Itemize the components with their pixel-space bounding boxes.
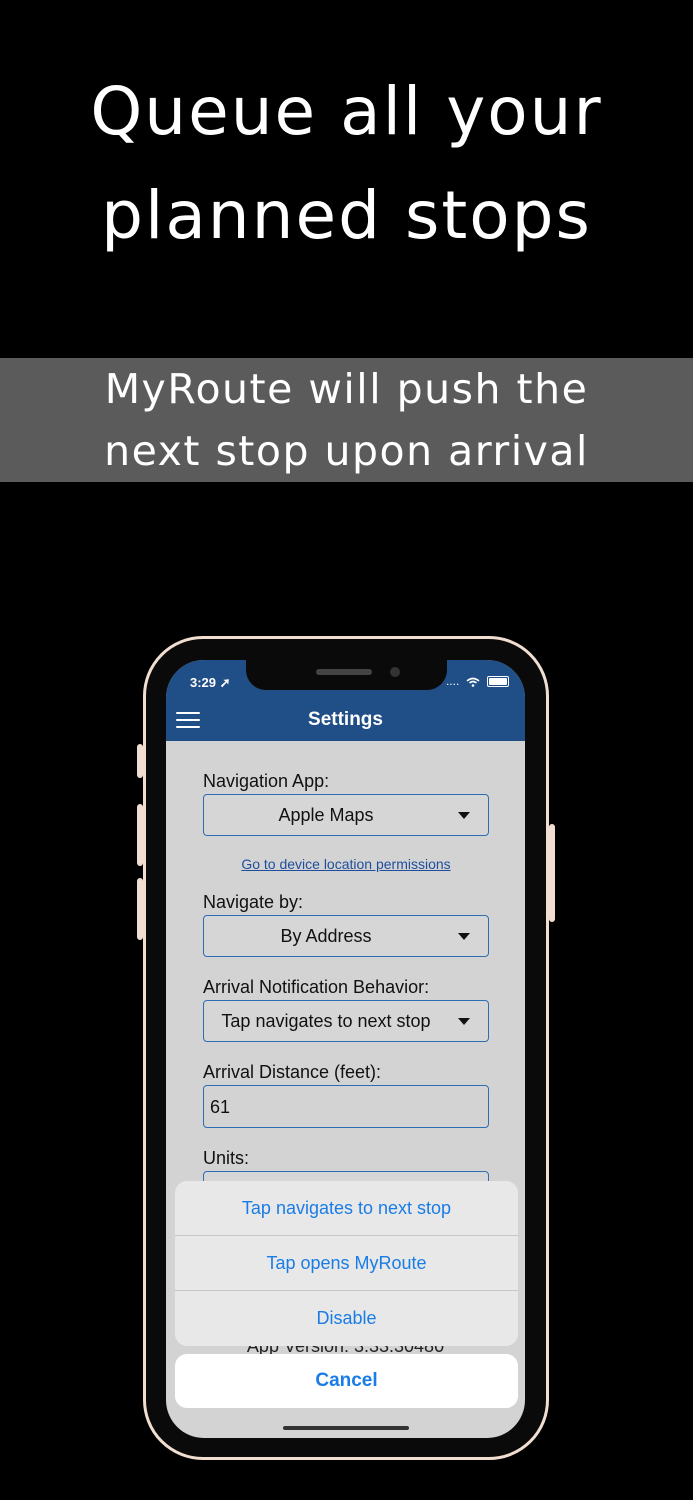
option-tap-opens-myroute[interactable]: Tap opens MyRoute [175, 1235, 518, 1290]
status-icons: .... [446, 674, 509, 688]
location-permissions-link[interactable]: Go to device location permissions [203, 856, 489, 872]
settings-form: Navigation App: Apple Maps Go to device … [203, 741, 489, 1191]
banner-line-1: MyRoute will push the [104, 365, 589, 413]
headline-line-2: planned stops [101, 177, 592, 254]
promo-banner: MyRoute will push the next stop upon arr… [0, 358, 693, 482]
mute-switch [137, 744, 143, 778]
banner-line-2: next stop upon arrival [104, 427, 589, 475]
arrival-behavior-value: Tap navigates to next stop [221, 1011, 431, 1031]
option-disable[interactable]: Disable [175, 1290, 518, 1345]
signal-indicator: .... [445, 674, 460, 688]
power-button [549, 824, 555, 922]
navigation-app-label: Navigation App: [203, 771, 330, 791]
page-title: Settings [308, 709, 383, 730]
promo-headline: Queue all your planned stops [0, 60, 693, 268]
volume-down-button [137, 878, 143, 940]
navigate-by-select[interactable]: By Address [203, 915, 489, 957]
notch [246, 660, 447, 690]
status-time: 3:29 ➚ [190, 675, 231, 690]
caret-down-icon [458, 812, 470, 819]
phone-screen: 3:29 ➚ .... Settings Navigation App: App… [166, 660, 525, 1438]
caret-down-icon [458, 1018, 470, 1025]
volume-up-button [137, 804, 143, 866]
battery-icon [487, 676, 509, 688]
cancel-button[interactable]: Cancel [175, 1354, 518, 1408]
arrival-distance-label: Arrival Distance (feet): [203, 1062, 382, 1082]
navigation-app-value: Apple Maps [278, 805, 374, 825]
speaker [316, 669, 372, 675]
wifi-icon [463, 674, 483, 688]
units-label: Units: [203, 1148, 250, 1168]
arrival-behavior-select[interactable]: Tap navigates to next stop [203, 1000, 489, 1042]
option-tap-navigates[interactable]: Tap navigates to next stop [175, 1181, 518, 1235]
arrival-behavior-label: Arrival Notification Behavior: [203, 977, 430, 997]
front-camera [390, 667, 400, 677]
headline-line-1: Queue all your [90, 73, 603, 150]
navigate-by-label: Navigate by: [203, 892, 304, 912]
home-indicator[interactable] [283, 1426, 409, 1430]
action-sheet: Tap navigates to next stop Tap opens MyR… [175, 1181, 518, 1346]
navigate-by-value: By Address [280, 926, 372, 946]
caret-down-icon [458, 933, 470, 940]
navigation-app-select[interactable]: Apple Maps [203, 794, 489, 836]
arrival-distance-input[interactable]: 61 [203, 1085, 489, 1128]
